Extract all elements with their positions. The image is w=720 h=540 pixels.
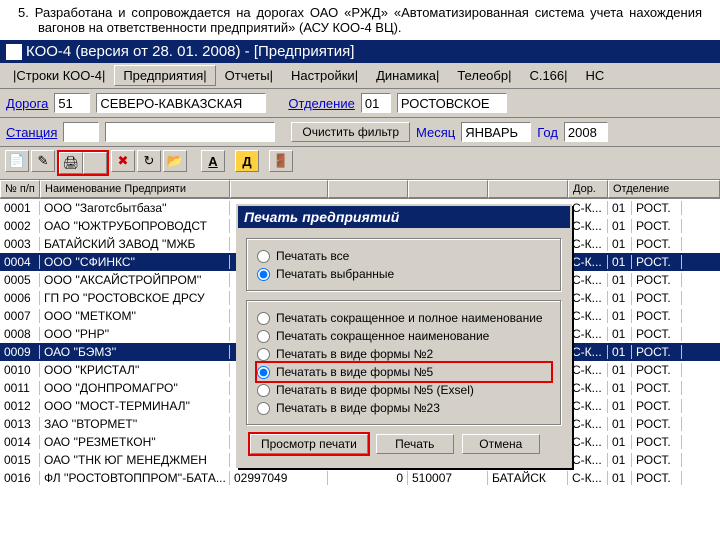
menu-otchety[interactable]: Отчеты|	[216, 65, 282, 86]
radio-full-short[interactable]: Печатать сокращенное и полное наименован…	[257, 309, 551, 327]
radio-form5[interactable]: Печатать в виде формы №5	[257, 363, 551, 381]
doroga-link[interactable]: Дорога	[6, 96, 48, 111]
refresh-icon[interactable]: ↻	[137, 150, 161, 172]
radio-form5-excel[interactable]: Печатать в виде формы №5 (Exsel)	[257, 381, 551, 399]
col-otd[interactable]: Отделение	[608, 180, 720, 198]
doroga-name-input[interactable]	[96, 93, 266, 113]
col-4[interactable]	[408, 180, 488, 198]
radio-all[interactable]: Печатать все	[257, 247, 551, 265]
table-header: № п/п Наименование Предприяти Дор. Отдел…	[0, 180, 720, 199]
radio-form2[interactable]: Печатать в виде формы №2	[257, 345, 551, 363]
radio-form23[interactable]: Печатать в виде формы №23	[257, 399, 551, 417]
stanc-code-input[interactable]	[63, 122, 99, 142]
app-icon	[6, 44, 22, 60]
col-num[interactable]: № п/п	[0, 180, 40, 198]
menu-predpriyatiya[interactable]: Предприятия|	[114, 65, 215, 86]
mesyac-label: Месяц	[416, 125, 455, 140]
menu-s166[interactable]: С.166|	[520, 65, 576, 86]
toolbar: 📄 ✎ 🖨 ✖ ↻ 📂 A Д 🚪	[0, 147, 720, 180]
radio-short[interactable]: Печатать сокращенное наименование	[257, 327, 551, 345]
font-icon[interactable]: A	[201, 150, 225, 172]
menu-nastroyki[interactable]: Настройки|	[282, 65, 367, 86]
clear-filter-button[interactable]: Очистить фильтр	[291, 122, 410, 142]
god-input[interactable]	[564, 122, 608, 142]
menu-dinamika[interactable]: Динамика|	[367, 65, 448, 86]
table-row[interactable]: 0016ФЛ ''РОСТОВТОППРОМ''-БАТА...02997049…	[0, 469, 720, 487]
menu-stroki[interactable]: |Строки КОО-4|	[4, 65, 114, 86]
col-name[interactable]: Наименование Предприяти	[40, 180, 230, 198]
god-label: Год	[537, 125, 558, 140]
group-form: Печатать сокращенное и полное наименован…	[246, 300, 562, 426]
stanciya-link[interactable]: Станция	[6, 125, 57, 140]
filter-bar: Дорога Отделение	[0, 89, 720, 118]
folder-icon[interactable]: 📂	[163, 150, 187, 172]
mesyac-input[interactable]	[461, 122, 531, 142]
print-dialog: Печать предприятий Печатать все Печатать…	[236, 204, 572, 468]
exit-icon[interactable]: 🚪	[269, 150, 293, 172]
dialog-title: Печать предприятий	[238, 206, 570, 228]
new-icon[interactable]: 📄	[5, 150, 29, 172]
otdelenie-link[interactable]: Отделение	[288, 96, 355, 111]
delete-icon[interactable]: ✖	[111, 150, 135, 172]
blank-icon[interactable]	[83, 152, 107, 174]
print-button[interactable]: Печать	[376, 434, 454, 454]
intro-text: 5. Разработана и сопровождается на дорог…	[0, 0, 720, 40]
stanc-name-input[interactable]	[105, 122, 275, 142]
doroga-code-input[interactable]	[54, 93, 90, 113]
menu-ns[interactable]: НС	[577, 65, 614, 86]
print-icon[interactable]: 🖨	[59, 152, 83, 174]
window-titlebar: КОО-4 (версия от 28. 01. 2008) - [Предпр…	[0, 40, 720, 63]
col-dor[interactable]: Дор.	[568, 180, 608, 198]
radio-selected[interactable]: Печатать выбранные	[257, 265, 551, 283]
col-3[interactable]	[328, 180, 408, 198]
save-icon[interactable]: ✎	[31, 150, 55, 172]
otd-name-input[interactable]	[397, 93, 507, 113]
window-title: КОО-4 (версия от 28. 01. 2008) - [Предпр…	[26, 43, 354, 60]
group-scope: Печатать все Печатать выбранные	[246, 238, 562, 292]
otd-code-input[interactable]	[361, 93, 391, 113]
preview-button[interactable]: Просмотр печати	[250, 434, 368, 454]
cancel-button[interactable]: Отмена	[462, 434, 540, 454]
d-button[interactable]: Д	[235, 150, 259, 172]
filter-bar-2: Станция Очистить фильтр Месяц Год	[0, 118, 720, 147]
col-2[interactable]	[230, 180, 328, 198]
menu-teleobr[interactable]: Телеобр|	[448, 65, 520, 86]
col-5[interactable]	[488, 180, 568, 198]
menubar: |Строки КОО-4| Предприятия| Отчеты| Наст…	[0, 63, 720, 89]
